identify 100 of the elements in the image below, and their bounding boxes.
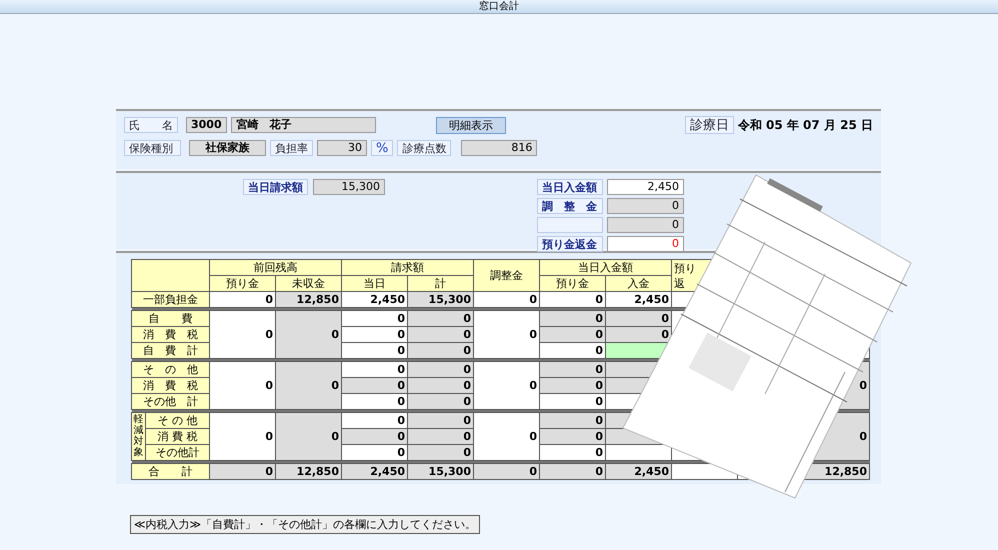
field-label: 氏 名 xyxy=(124,117,178,133)
amount-field[interactable]: 0 xyxy=(607,198,684,214)
patient-name-field[interactable]: 宮崎 花子 xyxy=(231,117,376,133)
table-cell: 0 xyxy=(408,394,474,410)
table-cell: 0 xyxy=(408,378,474,394)
table-cell: 0 xyxy=(342,428,408,444)
table-cell: 0 xyxy=(540,464,606,480)
table-cell: 0 xyxy=(342,342,408,358)
table-cell: 15,300 xyxy=(408,464,474,480)
table-cell: 0 xyxy=(342,444,408,460)
field-label: 診療点数 xyxy=(397,140,452,156)
column-header: 計 xyxy=(408,276,474,292)
column-header: 預り金 xyxy=(210,276,276,292)
row-label: そ の 他 xyxy=(132,362,210,378)
table-cell: 0 xyxy=(540,394,606,410)
column-header: 調整金 xyxy=(474,260,540,292)
table-cell: 0 xyxy=(540,292,606,308)
insurance-type-field[interactable]: 社保家族 xyxy=(189,140,266,156)
table-cell: 0 xyxy=(408,362,474,378)
table-cell: 0 xyxy=(408,326,474,342)
table-cell: 2,450 xyxy=(606,464,672,480)
table-cell: 0 xyxy=(342,362,408,378)
table-cell: 0 xyxy=(474,412,540,460)
field-label: 当日入金額 xyxy=(537,179,603,195)
table-cell: 0 xyxy=(342,412,408,428)
row-group-label: 軽減対象 xyxy=(134,414,144,458)
table-cell: 12,850 xyxy=(276,292,342,308)
column-header: 当日 xyxy=(342,276,408,292)
amount-field[interactable]: 0 xyxy=(607,217,684,233)
table-cell: 2,450 xyxy=(606,292,672,308)
table-cell: 0 xyxy=(540,342,606,358)
table-cell: 0 xyxy=(210,412,276,460)
table-cell: 0 xyxy=(540,444,606,460)
table-cell: 0 xyxy=(276,362,342,410)
field-label: 預り金返金 xyxy=(537,236,603,252)
row-label: 合 計 xyxy=(132,464,210,480)
field-label: 当日請求額 xyxy=(243,179,308,195)
row-label: 消 費 税 xyxy=(132,378,210,394)
table-cell: 2,450 xyxy=(342,464,408,480)
billing-amount-field[interactable]: 15,300 xyxy=(313,179,385,195)
table-cell: 0 xyxy=(276,412,342,460)
detail-button[interactable]: 明細表示 xyxy=(436,116,506,134)
visit-date: 令和 05 年 07 月 25 日 xyxy=(738,116,873,134)
burden-rate-field[interactable]: 30 xyxy=(317,140,367,156)
table-cell: 0 xyxy=(342,394,408,410)
blank-label xyxy=(537,217,603,233)
table-cell: 0 xyxy=(276,310,342,358)
table-cell: 0 xyxy=(606,326,672,342)
row-label: 消 費 税 xyxy=(132,326,210,342)
row-label: そ の 他 xyxy=(146,412,210,428)
table-cell: 12,850 xyxy=(804,464,870,480)
row-label: 自 費 xyxy=(132,310,210,326)
column-header: 預り金 xyxy=(540,276,606,292)
field-label: 診療日 xyxy=(684,116,734,134)
field-label: 負担率 xyxy=(270,140,313,156)
row-label: その他計 xyxy=(146,444,210,460)
column-header: 入金 xyxy=(606,276,672,292)
window-title: 窓口会計 xyxy=(0,0,998,14)
table-cell: 12,850 xyxy=(276,464,342,480)
row-label: 消 費 税 xyxy=(146,428,210,444)
points-field[interactable]: 816 xyxy=(461,140,538,156)
row-label: 自 費 計 xyxy=(132,342,210,358)
table-cell: 0 xyxy=(408,428,474,444)
table-cell: 0 xyxy=(540,412,606,428)
row-label: 一部負担金 xyxy=(132,292,210,308)
table-cell: 0 xyxy=(474,362,540,410)
field-label: 保険種別 xyxy=(124,140,181,156)
table-cell: 0 xyxy=(474,310,540,358)
table-cell: 0 xyxy=(540,326,606,342)
table-cell: 0 xyxy=(474,464,540,480)
column-group-header: 当日入金額 xyxy=(540,260,672,276)
table-cell: 0 xyxy=(540,310,606,326)
column-header: 未収金 xyxy=(276,276,342,292)
table-cell: 0 xyxy=(342,378,408,394)
table-cell: 0 xyxy=(408,310,474,326)
unit-label: % xyxy=(371,140,394,156)
table-cell: 0 xyxy=(210,292,276,308)
table-cell: 0 xyxy=(408,444,474,460)
table-cell: 0 xyxy=(408,412,474,428)
column-header: 預り xyxy=(674,260,697,276)
column-group-header: 請求額 xyxy=(342,260,474,276)
amount-field[interactable]: 2,450 xyxy=(607,179,684,195)
table-cell: 15,300 xyxy=(408,292,474,308)
table-cell: 0 xyxy=(474,292,540,308)
table-cell: 0 xyxy=(540,362,606,378)
table-cell: 0 xyxy=(540,378,606,394)
column-group-header: 前回残高 xyxy=(210,260,342,276)
table-cell: 0 xyxy=(210,310,276,358)
field-label: 調 整 金 xyxy=(537,198,603,214)
table-cell: 0 xyxy=(408,342,474,358)
patient-id-field[interactable]: 3000 xyxy=(186,117,228,133)
amount-field[interactable]: 0 xyxy=(607,236,684,252)
column-header: 返 xyxy=(674,276,686,290)
table-cell: 0 xyxy=(342,310,408,326)
table-cell: 0 xyxy=(606,310,672,326)
table-cell: 0 xyxy=(342,326,408,342)
table-cell: 0 xyxy=(540,428,606,444)
table-cell: 0 xyxy=(210,362,276,410)
row-label: その他 計 xyxy=(132,394,210,410)
message-bar: ≪内税入力≫「自費計」・「その他計」の各欄に入力してください。 xyxy=(130,515,480,534)
